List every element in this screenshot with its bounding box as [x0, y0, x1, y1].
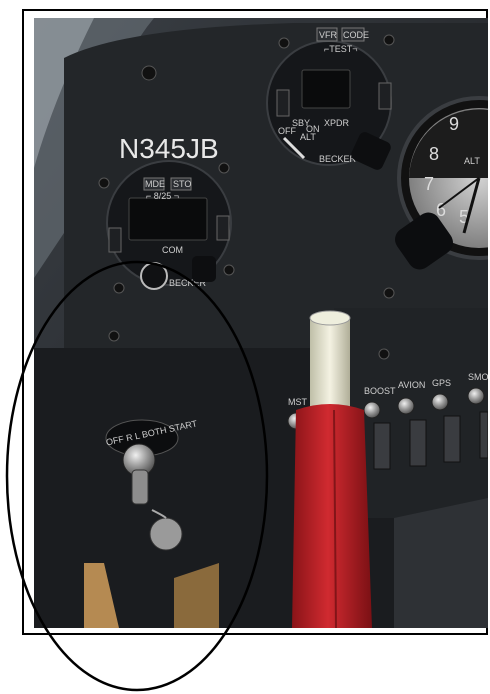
com-spacing-label: ⌐ 8/25 ¬ [146, 191, 179, 201]
cockpit-photo: N345JB VFR CODE ⌐TEST¬ XPDR OFF SBY ON A… [34, 18, 488, 628]
switch-label-gps: GPS [432, 378, 451, 388]
xpdr-title: XPDR [324, 118, 350, 128]
tail-number-text: N345JB [119, 133, 219, 164]
switch-label-mst: MST [288, 397, 308, 407]
com-sto-label: STO [173, 179, 191, 189]
com-title: COM [162, 245, 183, 255]
xpdr-alt-label: ALT [300, 132, 316, 142]
alt-digit-8: 8 [429, 144, 439, 164]
xpdr-vfr-label: VFR [319, 30, 338, 40]
xpdr-code-label: CODE [343, 30, 369, 40]
alt-digit-9: 9 [449, 114, 459, 134]
alt-label: ALT [464, 156, 480, 166]
switch-label-avion: AVION [398, 380, 425, 390]
alt-digit-7: 7 [424, 174, 434, 194]
xpdr-brand: BECKER [319, 154, 357, 164]
com-mde-label: MDE [145, 179, 165, 189]
switch-label-smo: SMO [468, 372, 488, 382]
switch-label-boost: BOOST [364, 386, 396, 396]
xpdr-test-label: ⌐TEST¬ [324, 44, 358, 54]
